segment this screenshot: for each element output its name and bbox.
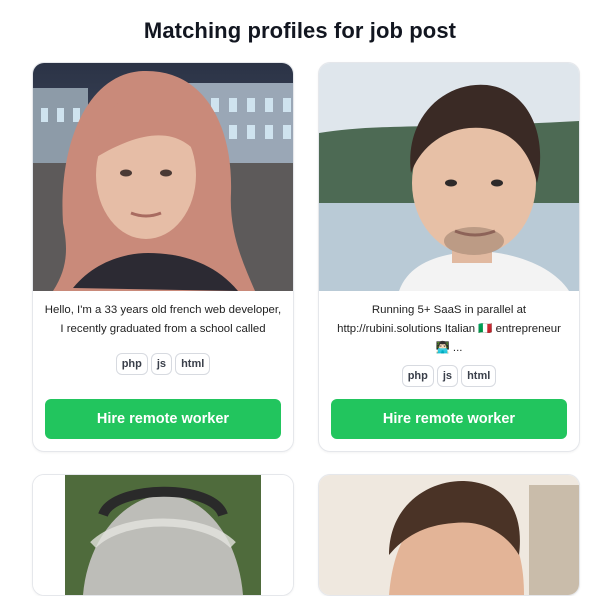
- skill-tag: js: [150, 353, 173, 375]
- profile-photo[interactable]: [319, 475, 579, 595]
- profile-card[interactable]: Running 5+ SaaS in parallel at http://ru…: [318, 62, 580, 452]
- profile-bio: Running 5+ SaaS in parallel at http://ru…: [337, 304, 561, 354]
- profile-card[interactable]: Hello, I'm a 33 years old french web dev…: [32, 62, 294, 452]
- skill-tag: js: [436, 365, 459, 387]
- profile-bio: Hello, I'm a 33 years old french web dev…: [44, 304, 282, 335]
- skill-tag: html: [461, 365, 497, 387]
- skill-tags: php js html: [33, 353, 293, 375]
- profile-card[interactable]: [32, 474, 294, 596]
- profile-photo[interactable]: [33, 475, 293, 595]
- profile-card[interactable]: [318, 474, 580, 596]
- hire-remote-worker-button[interactable]: Hire remote worker: [331, 399, 567, 439]
- page-title: Matching profiles for job post: [143, 18, 457, 43]
- skill-tag: html: [175, 353, 211, 375]
- skill-tag: php: [115, 353, 148, 375]
- profile-photo[interactable]: [33, 63, 293, 291]
- profile-photo[interactable]: [319, 63, 579, 291]
- skill-tags: php js html: [319, 365, 579, 387]
- skill-tag: php: [401, 365, 434, 387]
- hire-remote-worker-button[interactable]: Hire remote worker: [45, 399, 281, 439]
